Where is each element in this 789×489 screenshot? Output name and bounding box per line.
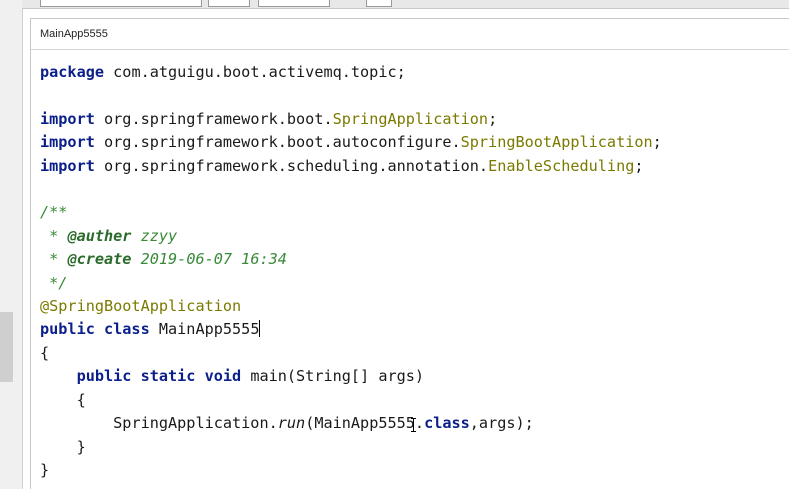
class-open-brace: { xyxy=(40,343,50,362)
import-keyword: import xyxy=(40,109,95,128)
import-class: SpringApplication xyxy=(332,109,489,128)
text-caret xyxy=(259,320,261,338)
package-name: com.atguigu.boot.activemq.topic; xyxy=(104,63,406,81)
javadoc-star: * xyxy=(40,250,68,269)
statement-class: SpringApplication. xyxy=(113,414,278,433)
method-open-brace: { xyxy=(40,390,86,409)
import-keyword: import xyxy=(40,156,95,175)
import-path: org.springframework.boot.autoconfigure. xyxy=(94,133,461,152)
statement-method: run xyxy=(277,414,306,433)
javadoc-auther-value: zzyy xyxy=(131,226,178,245)
javadoc-auther-tag: @auther xyxy=(67,226,132,245)
editor-tab-title[interactable]: MainApp5555 xyxy=(31,19,789,50)
toolbar-button[interactable] xyxy=(258,0,330,7)
class-close-brace: } xyxy=(40,460,50,479)
import-path: org.springframework.boot. xyxy=(94,109,333,128)
class-annotation: @SpringBootApplication xyxy=(40,297,242,316)
import-path: org.springframework.scheduling.annotatio… xyxy=(94,156,489,175)
method-signature: main(String[] args) xyxy=(241,367,425,386)
import-end: ; xyxy=(652,133,662,152)
top-toolbar xyxy=(22,0,789,9)
code-area[interactable]: package com.atguigu.boot.activemq.topic;… xyxy=(40,61,662,482)
import-end: ; xyxy=(488,109,498,128)
method-modifiers: public static void xyxy=(76,367,242,386)
class-keyword: public class xyxy=(40,320,150,339)
package-keyword: package xyxy=(40,63,105,81)
import-class: SpringBootApplication xyxy=(460,133,653,152)
javadoc-create-value: 2019-06-07 16:34 xyxy=(131,250,287,269)
method-close-brace: } xyxy=(40,437,86,456)
code-editor-panel[interactable]: MainApp5555 package com.atguigu.boot.act… xyxy=(30,18,789,489)
gutter-scroll-handle[interactable] xyxy=(0,312,13,382)
import-class: EnableScheduling xyxy=(488,156,635,175)
javadoc-star: * xyxy=(40,226,68,245)
toolbar-button[interactable] xyxy=(208,0,250,7)
statement-args-end: ,args); xyxy=(469,414,534,433)
statement-args-start: (MainApp5555. xyxy=(305,414,425,433)
javadoc-create-tag: @create xyxy=(67,250,132,269)
javadoc-open: /** xyxy=(40,203,68,222)
class-name: MainApp5555 xyxy=(149,320,260,339)
statement-class-keyword: class xyxy=(424,414,470,433)
javadoc-close: */ xyxy=(40,273,68,292)
left-gutter xyxy=(0,0,23,489)
ibeam-cursor-icon xyxy=(411,418,416,432)
import-keyword: import xyxy=(40,133,95,152)
import-end: ; xyxy=(634,156,644,175)
toolbar-button[interactable] xyxy=(366,0,392,7)
toolbar-input[interactable] xyxy=(40,0,202,7)
